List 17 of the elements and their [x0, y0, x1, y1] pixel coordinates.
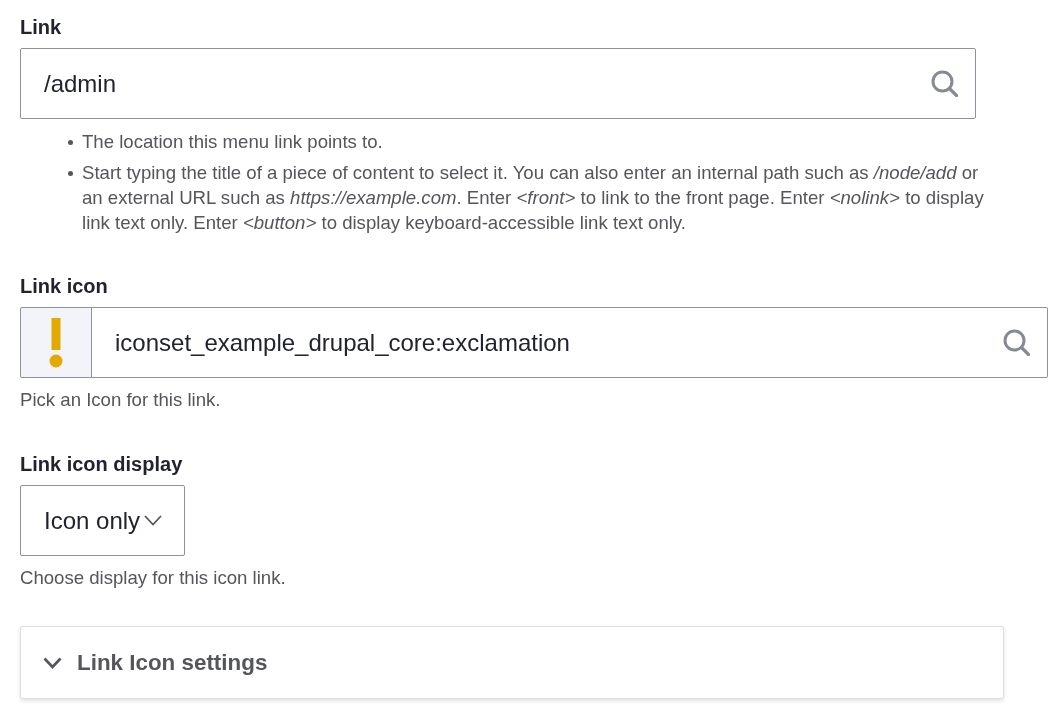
exclamation-icon [49, 317, 63, 368]
field-label: Link icon display [20, 453, 183, 476]
field-label: Link [20, 16, 62, 39]
display-select[interactable]: Icon only [20, 485, 186, 556]
description-text: The location this menu link points to. [82, 130, 383, 154]
search-icon [931, 70, 958, 97]
description-text: Start typing the title of a piece of content to select it. You can also enter an internal path such as /node/add or an external URL such as https://example.com. Enter <front> to link to the front page. Enter <nolink> to display link text only. Enter <button> to display keyboard-accessible link text only. [82, 161, 985, 235]
field-label: Link icon [20, 275, 108, 298]
description-text: Choose display for this icon link. [20, 566, 286, 590]
icon-field[interactable]: iconset_example_drupal_core:exclamation [92, 307, 1048, 378]
description-text: Pick an Icon for this link. [20, 388, 221, 412]
link-field[interactable]: /admin [20, 48, 976, 119]
details-summary[interactable]: Link Icon settings [21, 627, 1003, 698]
search-icon [1003, 329, 1030, 356]
bullet-icon [68, 140, 73, 145]
bullet-icon [68, 171, 73, 176]
chevron-down-icon [144, 515, 163, 526]
